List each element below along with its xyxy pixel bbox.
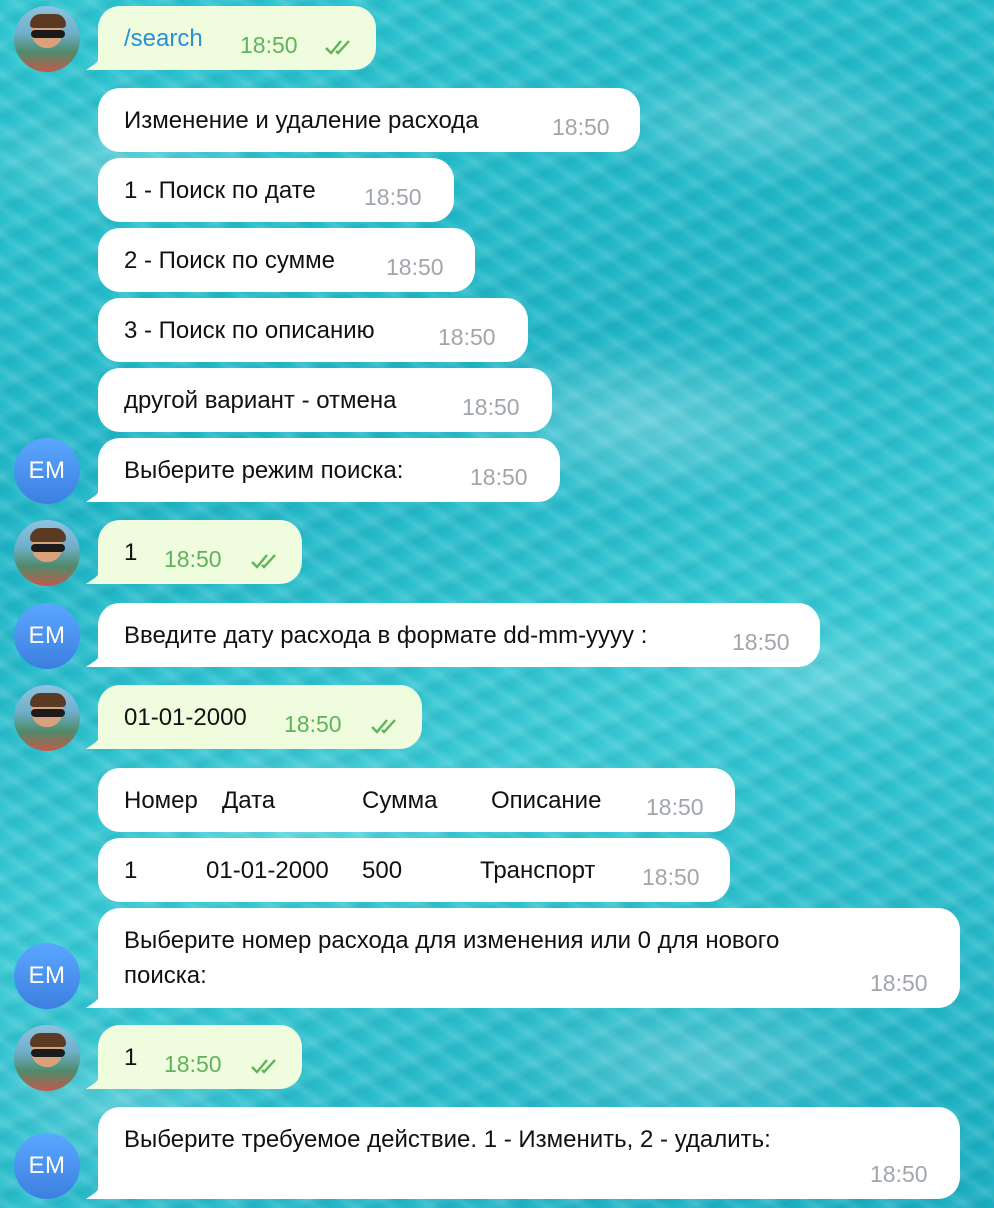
message-text: 1 <box>124 1044 138 1071</box>
table-header-cell: Номер <box>124 787 198 814</box>
message-bubble-incoming[interactable]: 2 - Поиск по сумме 18:50 <box>98 228 475 292</box>
message-time: 18:50 <box>386 254 444 280</box>
avatar-glasses <box>31 30 65 38</box>
user-avatar[interactable] <box>14 520 80 586</box>
bot-avatar[interactable]: EM <box>14 943 80 1009</box>
table-header-cell: Сумма <box>362 787 438 814</box>
message-bubble-table-row[interactable]: 1 01-01-2000 500 Транспорт 18:50 <box>98 838 730 902</box>
message-text-line2: поиска: <box>124 962 207 989</box>
message-bubble-incoming[interactable]: Введите дату расхода в формате dd-mm-yyy… <box>98 603 820 667</box>
message-bubble-incoming[interactable]: другой вариант - отмена 18:50 <box>98 368 552 432</box>
message-time: 18:50 <box>552 114 610 140</box>
message-text: 1 - Поиск по дате <box>124 177 316 204</box>
message-time: 18:50 <box>870 1161 928 1187</box>
double-check-icon <box>251 1059 276 1074</box>
table-cell: 500 <box>362 857 403 884</box>
message-text: 2 - Поиск по сумме <box>124 247 335 274</box>
message-time: 18:50 <box>438 324 496 350</box>
message-time: 18:50 <box>870 970 928 996</box>
bot-avatar[interactable]: EM <box>14 603 80 669</box>
message-time: 18:50 <box>364 184 422 210</box>
message-bubble-incoming[interactable]: 1 - Поиск по дате 18:50 <box>98 158 454 222</box>
message-text: Выберите требуемое действие. 1 - Изменит… <box>124 1126 771 1153</box>
message-time: 18:50 <box>240 32 298 58</box>
message-bubble-outgoing[interactable]: /search 18:50 <box>98 6 376 70</box>
message-bubble-incoming[interactable]: Выберите требуемое действие. 1 - Изменит… <box>98 1107 960 1199</box>
message-time: 18:50 <box>164 546 222 572</box>
avatar-hair <box>30 1033 66 1047</box>
message-bubble-outgoing[interactable]: 01-01-2000 18:50 <box>98 685 422 749</box>
avatar-glasses <box>31 544 65 552</box>
bot-avatar[interactable]: EM <box>14 438 80 504</box>
avatar-hair <box>30 693 66 707</box>
user-avatar[interactable] <box>14 6 80 72</box>
message-text: Изменение и удаление расхода <box>124 107 479 134</box>
message-bubble-table-header[interactable]: Номер Дата Сумма Описание 18:50 <box>98 768 735 832</box>
double-check-icon <box>325 40 350 55</box>
table-header-cell: Дата <box>222 787 276 814</box>
message-time: 18:50 <box>642 864 700 890</box>
message-bubble-outgoing[interactable]: 1 18:50 <box>98 1025 302 1089</box>
avatar-glasses <box>31 709 65 717</box>
message-time: 18:50 <box>470 464 528 490</box>
table-header-cell: Описание <box>491 787 602 814</box>
double-check-icon <box>371 719 396 734</box>
message-text: Выберите режим поиска: <box>124 457 404 484</box>
message-time: 18:50 <box>732 629 790 655</box>
double-check-icon <box>251 554 276 569</box>
message-text: 3 - Поиск по описанию <box>124 317 375 344</box>
table-cell: Транспорт <box>480 857 596 884</box>
message-bubble-incoming[interactable]: Выберите режим поиска: 18:50 <box>98 438 560 502</box>
command-link[interactable]: /search <box>124 22 203 56</box>
message-text-line1: Выберите номер расхода для изменения или… <box>124 927 780 954</box>
message-bubble-incoming[interactable]: 3 - Поиск по описанию 18:50 <box>98 298 528 362</box>
message-bubble-incoming[interactable]: Выберите номер расхода для изменения или… <box>98 908 960 1008</box>
message-text: Введите дату расхода в формате dd-mm-yyy… <box>124 622 648 649</box>
message-text: другой вариант - отмена <box>124 387 397 414</box>
message-time: 18:50 <box>646 794 704 820</box>
user-avatar[interactable] <box>14 685 80 751</box>
avatar-glasses <box>31 1049 65 1057</box>
bot-avatar[interactable]: EM <box>14 1133 80 1199</box>
message-time: 18:50 <box>462 394 520 420</box>
message-time: 18:50 <box>164 1051 222 1077</box>
message-text: 01-01-2000 <box>124 704 247 731</box>
user-avatar[interactable] <box>14 1025 80 1091</box>
table-cell: 01-01-2000 <box>206 857 329 884</box>
avatar-hair <box>30 528 66 542</box>
table-cell: 1 <box>124 857 138 884</box>
message-text: 1 <box>124 539 138 566</box>
message-bubble-incoming[interactable]: Изменение и удаление расхода 18:50 <box>98 88 640 152</box>
message-bubble-outgoing[interactable]: 1 18:50 <box>98 520 302 584</box>
message-time: 18:50 <box>284 711 342 737</box>
avatar-hair <box>30 14 66 28</box>
